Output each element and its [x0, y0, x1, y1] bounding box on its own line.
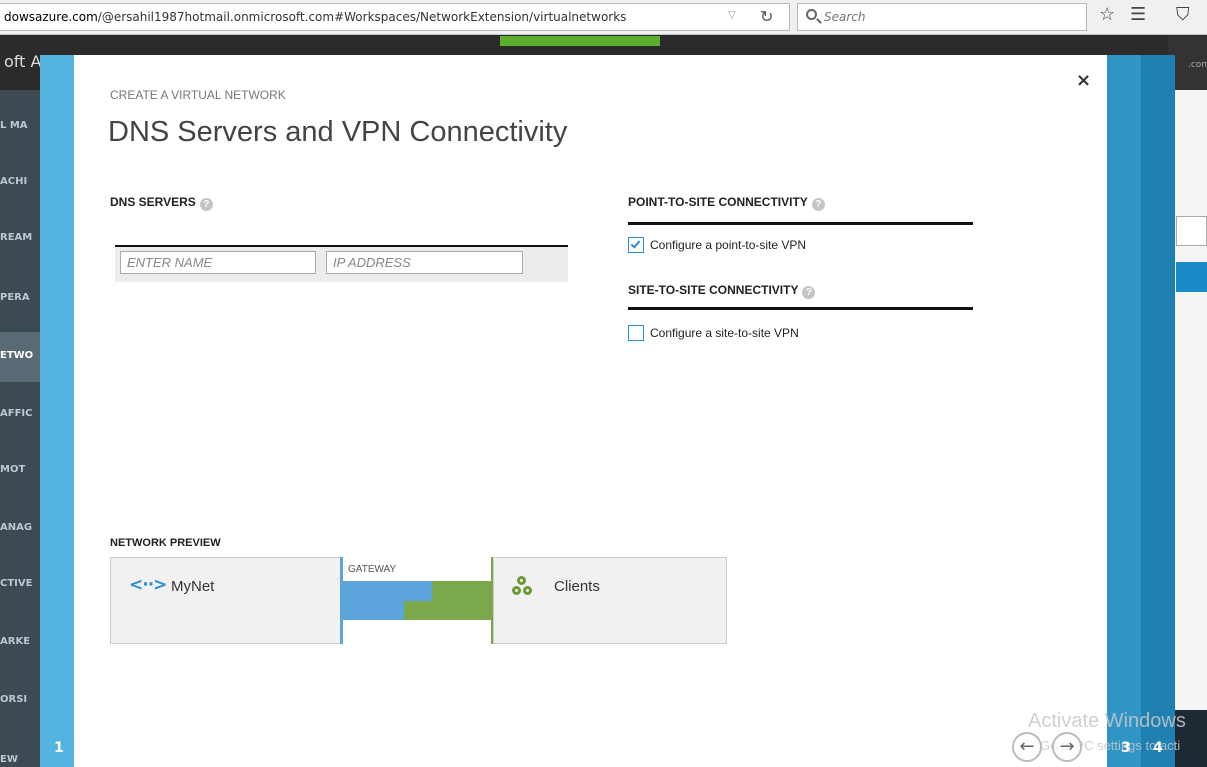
dns-servers-table: ENTER NAME IP ADDRESS: [115, 245, 568, 282]
portal-brand: oft A: [4, 52, 42, 71]
url-dropdown-icon[interactable]: ▽: [728, 10, 736, 21]
sidebar-item[interactable]: REAM: [0, 232, 40, 243]
wizard-step-rail-3[interactable]: [1107, 55, 1141, 767]
dns-servers-heading: DNS SERVERS?: [110, 195, 213, 211]
gateway-bar-vnet: [342, 581, 432, 601]
help-icon[interactable]: ?: [802, 286, 816, 299]
url-text: dowsazure.com/@ersahil1987hotmail.onmicr…: [4, 10, 626, 24]
screen: dowsazure.com/@ersahil1987hotmail.onmicr…: [0, 0, 1207, 767]
p2s-checkbox-label[interactable]: Configure a point-to-site VPN: [650, 238, 806, 252]
dns-name-input[interactable]: ENTER NAME: [120, 251, 316, 274]
s2s-checkbox[interactable]: [628, 325, 644, 341]
wizard-step-3[interactable]: 3: [1121, 740, 1131, 756]
s2s-checkbox-label[interactable]: Configure a site-to-site VPN: [650, 326, 799, 340]
p2s-checkbox[interactable]: [628, 237, 644, 253]
wizard-dialog: [74, 55, 1107, 767]
sidebar-item[interactable]: ANAG: [0, 522, 40, 533]
portal-account-fragment: .com: [1188, 60, 1207, 70]
gateway-bar-vnet: [342, 601, 404, 620]
url-domain: dowsazure.com: [4, 10, 98, 24]
p2s-heading-label: POINT-TO-SITE CONNECTIVITY: [628, 195, 808, 209]
sidebar-item[interactable]: ACHI: [0, 176, 40, 187]
checkmark-icon: [630, 238, 641, 249]
activation-watermark: Activate Windows: [1028, 710, 1186, 732]
portal-header-accent: [500, 36, 660, 46]
clients-icon: [512, 576, 534, 598]
portal-list-header: [1176, 262, 1207, 292]
portal-search-field[interactable]: [1176, 216, 1207, 246]
network-preview-vnet: <··> MyNet: [110, 557, 342, 644]
network-preview-clients: Clients: [493, 557, 727, 644]
gateway-bar-clients: [432, 581, 493, 601]
p2s-heading: POINT-TO-SITE CONNECTIVITY?: [628, 195, 825, 211]
s2s-divider: [628, 307, 973, 310]
search-icon: [806, 9, 817, 20]
search-placeholder: Search: [824, 10, 866, 24]
sidebar-item-networks[interactable]: ETWO: [0, 332, 40, 382]
help-icon[interactable]: ?: [811, 198, 825, 211]
close-icon[interactable]: ×: [1076, 70, 1091, 91]
sidebar-item[interactable]: PERA: [0, 292, 40, 303]
pocket-icon[interactable]: ⛉: [1176, 4, 1190, 25]
network-preview-heading: NETWORK PREVIEW: [110, 537, 221, 549]
page-title: DNS Servers and VPN Connectivity: [108, 116, 568, 148]
browser-toolbar: dowsazure.com/@ersahil1987hotmail.onmicr…: [0, 0, 1207, 35]
address-bar[interactable]: dowsazure.com/@ersahil1987hotmail.onmicr…: [0, 3, 790, 31]
gateway-label: GATEWAY: [348, 564, 397, 575]
bookmark-star-icon[interactable]: ☆: [1099, 4, 1115, 25]
next-arrow-icon[interactable]: →: [1052, 732, 1082, 762]
wizard-step-4[interactable]: 4: [1153, 740, 1163, 756]
wizard-step-rail-4[interactable]: [1141, 55, 1175, 767]
wizard-step-1[interactable]: 1: [54, 740, 64, 756]
portal-sidebar: L MA ACHI REAM PERA ETWO AFFIC MOT ANAG …: [0, 90, 40, 767]
dns-ip-input[interactable]: IP ADDRESS: [326, 251, 523, 274]
wizard-step-rail-left[interactable]: [40, 55, 74, 767]
browser-search-input[interactable]: Search: [797, 3, 1087, 31]
sidebar-item[interactable]: EW: [0, 754, 40, 765]
p2s-divider: [628, 222, 973, 225]
clients-label: Clients: [554, 578, 600, 595]
sidebar-item[interactable]: ORSI: [0, 694, 40, 705]
reload-icon[interactable]: ↻: [760, 7, 773, 26]
s2s-heading-label: SITE-TO-SITE CONNECTIVITY: [628, 283, 799, 297]
s2s-heading: SITE-TO-SITE CONNECTIVITY?: [628, 283, 816, 299]
sidebar-item[interactable]: MOT: [0, 464, 40, 475]
sidebar-item[interactable]: L MA: [0, 120, 40, 131]
dns-servers-label: DNS SERVERS: [110, 195, 196, 209]
virtual-network-icon: <··>: [129, 575, 167, 595]
gateway-bar-clients: [404, 601, 493, 620]
reading-list-icon[interactable]: ☰: [1130, 4, 1146, 25]
wizard-subtitle: CREATE A VIRTUAL NETWORK: [110, 88, 286, 102]
url-path: /@ersahil1987hotmail.onmicrosoft.com#Wor…: [97, 10, 627, 24]
sidebar-item[interactable]: AFFIC: [0, 408, 40, 419]
back-arrow-icon[interactable]: ←: [1012, 732, 1042, 762]
sidebar-item[interactable]: CTIVE: [0, 578, 40, 589]
help-icon[interactable]: ?: [199, 198, 213, 211]
sidebar-item[interactable]: ARKE: [0, 636, 40, 647]
network-name: MyNet: [171, 578, 215, 595]
